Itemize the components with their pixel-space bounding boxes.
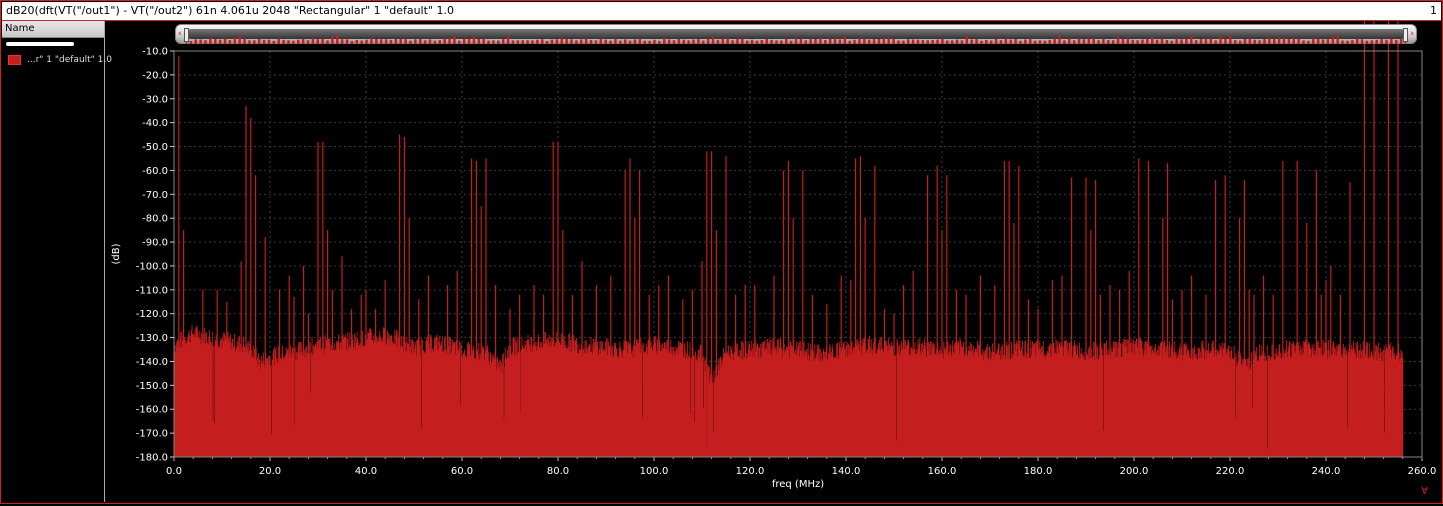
plot-area: ‹ › -10.0 -20.0 -30.0 -40.0 -50.0 -60.0 -70.0-…: [105, 21, 1442, 502]
x-tick-label: 0.0: [166, 466, 182, 477]
x-tick-label: 120.0: [736, 466, 765, 477]
y-tick-label: -160.0: [136, 405, 168, 416]
y-tick-label: -100.0: [136, 261, 168, 272]
x-tick-label: 60.0: [451, 466, 473, 477]
x-tick-label: 80.0: [547, 466, 569, 477]
legend-scrollbar[interactable]: [6, 42, 74, 46]
legend-item-label: ...r" 1 "default" 1.0: [27, 55, 112, 65]
spectrum-chart[interactable]: -10.0 -20.0 -30.0 -40.0 -50.0 -60.0 -70.0 -80.0…: [105, 21, 1442, 502]
y-tick-label: -150.0: [136, 381, 168, 392]
legend-color-swatch: [8, 55, 21, 65]
x-tick-label: 100.0: [640, 466, 669, 477]
overview-trace-path: [184, 35, 1408, 44]
y-tick-label: -60.0: [142, 166, 168, 177]
x-tick-label: 220.0: [1216, 466, 1245, 477]
page-number: 1: [1430, 4, 1437, 17]
x-tick-label: 40.0: [355, 466, 377, 477]
x-tick-label: 140.0: [832, 466, 861, 477]
window-titlebar: dB20(dft(VT("/out1") - VT("/out2") 61n 4…: [2, 2, 1441, 21]
zoom-right-handle[interactable]: [1403, 28, 1408, 42]
y-tick-label: -130.0: [136, 333, 168, 344]
x-tick-label: 180.0: [1024, 466, 1053, 477]
y-tick-label: -180.0: [136, 453, 168, 464]
y-axis-label: (dB): [111, 243, 122, 264]
y-tick-label: -70.0: [142, 190, 168, 201]
overview-trace: [184, 35, 1408, 44]
y-tick-label: -90.0: [142, 238, 168, 249]
legend-panel: Name ...r" 1 "default" 1.0: [2, 21, 112, 502]
legend-item[interactable]: ...r" 1 "default" 1.0: [8, 54, 112, 66]
y-tick-label: -140.0: [136, 357, 168, 368]
y-tick-label: -50.0: [142, 142, 168, 153]
zoom-left-handle[interactable]: [184, 28, 189, 42]
y-tick-label: -10.0: [142, 47, 168, 58]
x-tick-label: 260.0: [1408, 466, 1437, 477]
y-tick-label: -110.0: [136, 285, 168, 296]
x-tick-label: 160.0: [928, 466, 957, 477]
legend-header[interactable]: Name: [2, 21, 104, 38]
y-tick-label: -170.0: [136, 429, 168, 440]
y-tick-label: -120.0: [136, 309, 168, 320]
y-tick-label: -20.0: [142, 70, 168, 81]
zoom-scrollbar[interactable]: ‹ ›: [175, 24, 1417, 44]
corner-marker-icon: ∀: [1421, 486, 1428, 497]
window-title: dB20(dft(VT("/out1") - VT("/out2") 61n 4…: [6, 4, 454, 17]
x-tick-label: 20.0: [259, 466, 281, 477]
y-tick-label: -30.0: [142, 94, 168, 105]
scroll-right-arrow-icon[interactable]: ›: [1410, 28, 1414, 40]
y-tick-label: -40.0: [142, 118, 168, 129]
scroll-left-arrow-icon[interactable]: ‹: [178, 28, 182, 40]
x-tick-label: 240.0: [1312, 466, 1341, 477]
waveform-window: dB20(dft(VT("/out1") - VT("/out2") 61n 4…: [0, 0, 1443, 504]
spectrum-bars: [173, 21, 1404, 457]
x-axis-label: freq (MHz): [772, 479, 824, 490]
zoom-scrollbar-thumb[interactable]: [184, 29, 1408, 44]
x-tick-label: 200.0: [1120, 466, 1149, 477]
y-tick-label: -80.0: [142, 214, 168, 225]
